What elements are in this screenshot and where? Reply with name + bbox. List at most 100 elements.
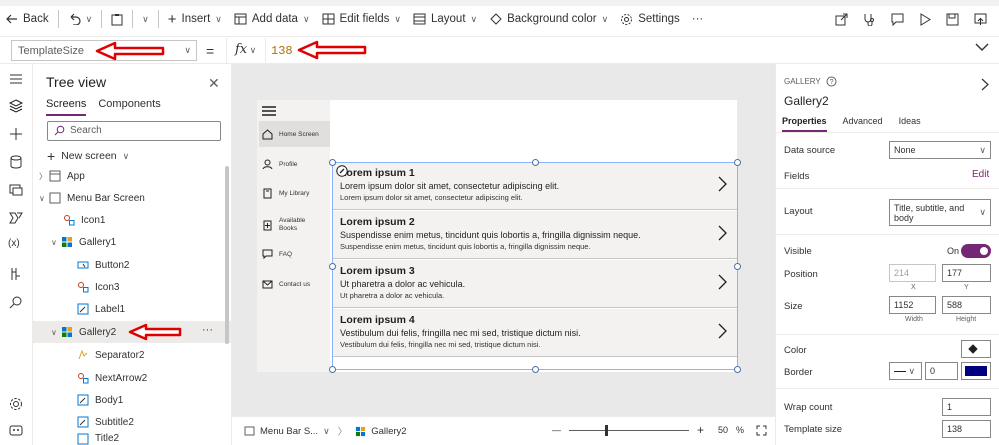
color-picker-button[interactable] bbox=[961, 340, 991, 358]
app-checker-stethoscope-icon[interactable] bbox=[863, 13, 876, 26]
hamburger-menu-icon[interactable] bbox=[261, 105, 277, 117]
resize-handle[interactable] bbox=[329, 263, 336, 270]
menu-item-profile[interactable]: Profile bbox=[259, 151, 330, 177]
border-style-dropdown[interactable]: ∨ bbox=[889, 362, 922, 380]
add-data-button[interactable]: Add data ∨ bbox=[228, 7, 316, 31]
undo-button[interactable]: ∨ bbox=[62, 7, 99, 31]
zoom-slider[interactable] bbox=[568, 424, 689, 436]
tree-node-nextarrow2[interactable]: NextArrow2 bbox=[33, 367, 231, 389]
power-automate-icon[interactable] bbox=[8, 210, 24, 226]
width-field[interactable]: 1152 bbox=[889, 296, 936, 314]
tree-node-icon3[interactable]: Icon3 bbox=[33, 276, 231, 298]
tree-node-menu-bar-screen[interactable]: ∨ Menu Bar Screen bbox=[33, 187, 231, 209]
edit-pencil-icon[interactable] bbox=[336, 165, 348, 177]
fx-button[interactable]: fx ∨ bbox=[226, 38, 266, 63]
tree-node-subtitle2[interactable]: Subtitle2 bbox=[33, 411, 231, 433]
fields-edit-link[interactable]: Edit bbox=[972, 169, 989, 180]
tab-properties[interactable]: Properties bbox=[782, 116, 827, 132]
resize-handle[interactable] bbox=[734, 159, 741, 166]
edit-fields-button[interactable]: Edit fields ∨ bbox=[316, 7, 407, 31]
expand-formula-chevron-icon[interactable] bbox=[975, 42, 989, 52]
more-button[interactable]: ··· bbox=[686, 7, 710, 31]
advanced-tools-icon[interactable] bbox=[8, 266, 24, 282]
data-source-dropdown[interactable]: None ∨ bbox=[889, 141, 991, 159]
search-icon[interactable] bbox=[8, 294, 24, 310]
settings-button[interactable]: Settings bbox=[614, 7, 686, 31]
tree-node-title2[interactable]: Title2 bbox=[33, 433, 231, 445]
menu-item-my-library[interactable]: My Library bbox=[259, 180, 330, 206]
tree-node-separator2[interactable]: Separator2 bbox=[33, 344, 231, 366]
tree-node-app[interactable]: 〉 App bbox=[33, 165, 231, 187]
template-size-field[interactable]: 138 bbox=[942, 420, 991, 438]
fit-to-window-icon[interactable] bbox=[756, 425, 767, 436]
breadcrumb-gallery[interactable]: Gallery2 bbox=[355, 426, 407, 437]
tree-node-icon1[interactable]: Icon1 bbox=[33, 209, 231, 231]
help-icon[interactable]: ? bbox=[826, 76, 837, 87]
control-name: Gallery2 bbox=[784, 94, 829, 108]
insert-button[interactable]: + Insert ∨ bbox=[162, 7, 228, 31]
chevron-down-icon: ∨ bbox=[247, 45, 257, 55]
tree-search-input[interactable]: Search bbox=[47, 121, 221, 141]
tree-scrollbar[interactable] bbox=[225, 166, 229, 344]
tab-screens[interactable]: Screens bbox=[46, 98, 87, 116]
layout-dropdown[interactable]: Title, subtitle, and body ∨ bbox=[889, 199, 991, 226]
menu-item-available-books[interactable]: Available Books bbox=[259, 210, 330, 240]
menu-item-faq[interactable]: FAQ bbox=[259, 241, 330, 267]
wrap-count-field[interactable]: 1 bbox=[942, 398, 991, 416]
menu-item-home-screen[interactable]: Home Screen bbox=[259, 121, 330, 147]
node-more-options[interactable]: ··· bbox=[202, 324, 213, 336]
new-screen-label: New screen bbox=[61, 150, 117, 162]
layout-button[interactable]: Layout ∨ bbox=[407, 7, 483, 31]
position-y-field[interactable]: 177 bbox=[942, 264, 991, 282]
border-width-field[interactable]: 0 bbox=[925, 362, 958, 380]
paste-options-button[interactable]: ∨ bbox=[136, 7, 155, 31]
resize-handle[interactable] bbox=[329, 366, 336, 373]
play-icon[interactable] bbox=[919, 12, 931, 26]
resize-handle[interactable] bbox=[734, 366, 741, 373]
back-button[interactable]: Back bbox=[0, 7, 55, 31]
data-cylinder-icon[interactable] bbox=[8, 154, 24, 170]
visible-toggle[interactable] bbox=[961, 244, 991, 258]
zoom-out-button[interactable]: — bbox=[552, 425, 561, 435]
tree-node-body1[interactable]: Body1 bbox=[33, 389, 231, 411]
menu-item-contact-us[interactable]: Contact us bbox=[259, 271, 330, 297]
tab-components[interactable]: Components bbox=[98, 98, 160, 116]
publish-icon[interactable] bbox=[974, 13, 987, 26]
resize-handle[interactable] bbox=[734, 263, 741, 270]
variables-icon[interactable]: (x) bbox=[8, 238, 24, 254]
tree-node-label1[interactable]: Label1 bbox=[33, 298, 231, 320]
insert-plus-icon[interactable] bbox=[8, 126, 24, 142]
comment-icon[interactable] bbox=[891, 13, 904, 26]
tree-node-gallery1[interactable]: ∨ Gallery1 bbox=[33, 231, 231, 253]
tree-node-label: App bbox=[67, 170, 85, 182]
settings-gear-icon[interactable] bbox=[8, 396, 24, 412]
breadcrumb-screen[interactable]: Menu Bar S... ∨ bbox=[244, 426, 330, 437]
height-field[interactable]: 588 bbox=[942, 296, 991, 314]
border-color-button[interactable] bbox=[961, 362, 991, 380]
background-color-button[interactable]: Background color ∨ bbox=[483, 7, 614, 31]
tree-view-layers-icon[interactable] bbox=[8, 98, 24, 114]
search-placeholder: Search bbox=[70, 125, 102, 136]
media-icon[interactable] bbox=[8, 182, 24, 198]
add-data-label: Add data bbox=[251, 13, 298, 25]
new-screen-button[interactable]: + New screen ∨ bbox=[47, 148, 129, 164]
share-icon[interactable] bbox=[835, 13, 848, 26]
tree-node-button2[interactable]: Button2 bbox=[33, 254, 231, 276]
collapse-panel-chevron-icon[interactable] bbox=[981, 78, 989, 91]
zoom-slider-thumb[interactable] bbox=[604, 424, 608, 436]
close-icon[interactable]: ✕ bbox=[208, 75, 220, 92]
tab-ideas[interactable]: Ideas bbox=[899, 116, 921, 132]
resize-handle[interactable] bbox=[532, 366, 539, 373]
hamburger-menu-icon[interactable] bbox=[8, 71, 24, 87]
virtual-agent-icon[interactable] bbox=[8, 422, 24, 438]
size-label: Size bbox=[784, 301, 803, 312]
position-x-field[interactable]: 214 bbox=[889, 264, 936, 282]
resize-handle[interactable] bbox=[532, 159, 539, 166]
tab-advanced[interactable]: Advanced bbox=[843, 116, 883, 132]
zoom-in-button[interactable]: + bbox=[697, 423, 704, 437]
table-icon bbox=[322, 13, 335, 25]
formula-input[interactable]: 138 bbox=[271, 44, 293, 58]
save-icon[interactable] bbox=[946, 13, 959, 26]
resize-handle[interactable] bbox=[329, 159, 336, 166]
paste-button[interactable] bbox=[105, 7, 129, 31]
